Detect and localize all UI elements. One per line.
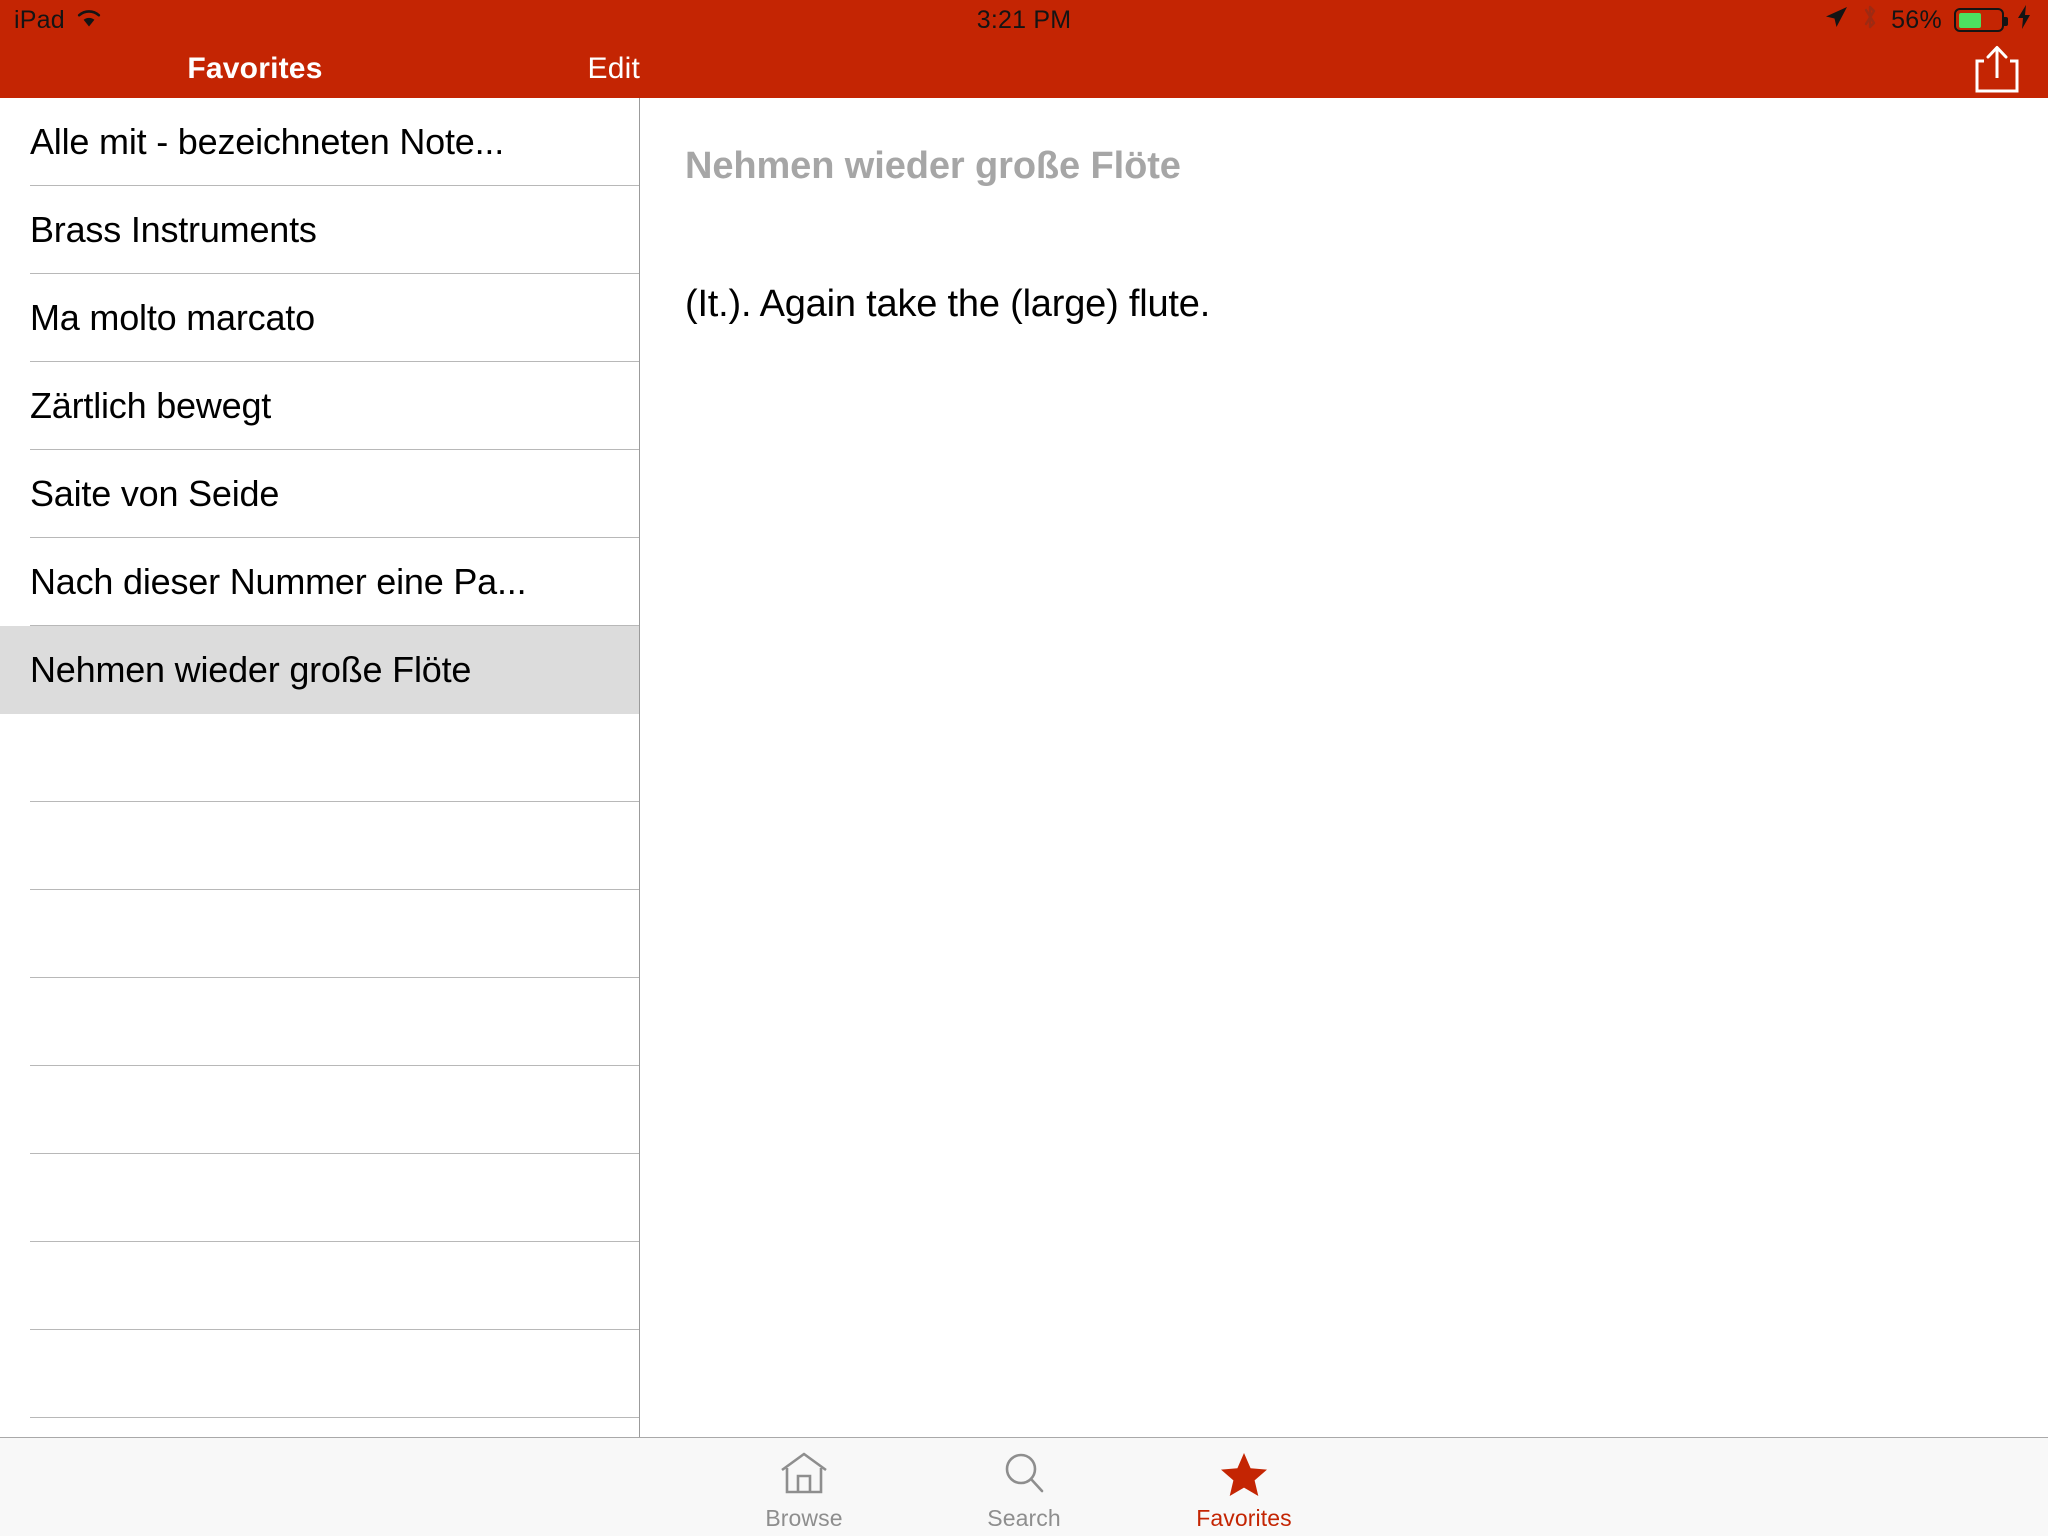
- lightning-bolt-icon: [2016, 4, 2032, 37]
- navigation-bar: Favorites Edit: [0, 40, 2048, 98]
- status-bar-right: 56%: [1823, 3, 2032, 38]
- split-view: Alle mit - bezeichneten Note... Brass Ins…: [0, 98, 2048, 1437]
- page-title: Favorites: [187, 52, 323, 85]
- favorites-list[interactable]: Alle mit - bezeichneten Note... Brass Ins…: [0, 98, 639, 1418]
- location-arrow-icon: [1823, 4, 1849, 37]
- list-item[interactable]: Nach dieser Nummer eine Pa...: [0, 538, 639, 626]
- list-item-empty: [0, 802, 639, 890]
- favorites-sidebar[interactable]: Alle mit - bezeichneten Note... Brass Ins…: [0, 98, 640, 1437]
- list-item-label: Saite von Seide: [30, 473, 280, 514]
- detail-body-text: (It.). Again take the (large) flute.: [685, 282, 1211, 325]
- tab-search-label: Search: [987, 1505, 1061, 1531]
- list-item[interactable]: Zärtlich bewegt: [0, 362, 639, 450]
- list-item-label: Nehmen wieder große Flöte: [30, 649, 472, 690]
- list-item-label: Nach dieser Nummer eine Pa...: [30, 561, 527, 602]
- list-item-label: Ma molto marcato: [30, 297, 315, 338]
- status-bar-clock: 3:21 PM: [976, 5, 1072, 34]
- list-item-empty: [0, 1242, 639, 1330]
- detail-heading: Nehmen wieder große Flöte: [685, 145, 1181, 187]
- list-item-empty: [0, 1066, 639, 1154]
- status-bar: iPad 3:21 PM 56%: [0, 0, 2048, 40]
- list-item[interactable]: Saite von Seide: [0, 450, 639, 538]
- tab-favorites-label: Favorites: [1196, 1505, 1292, 1531]
- tab-bar: Browse Search Favorites: [0, 1437, 2048, 1536]
- bluetooth-icon: [1861, 3, 1879, 38]
- magnifier-icon: [998, 1447, 1050, 1501]
- tab-favorites[interactable]: Favorites: [1134, 1438, 1354, 1536]
- detail-pane: Nehmen wieder große Flöte (It.). Again t…: [641, 98, 2048, 1437]
- list-item[interactable]: Nehmen wieder große Flöte: [0, 626, 639, 714]
- list-item[interactable]: Ma molto marcato: [0, 274, 639, 362]
- house-icon: [778, 1447, 830, 1501]
- list-item-label: Alle mit - bezeichneten Note...: [30, 121, 505, 162]
- tab-browse-label: Browse: [765, 1505, 843, 1531]
- star-icon: [1218, 1447, 1270, 1501]
- list-item[interactable]: Alle mit - bezeichneten Note...: [0, 98, 639, 186]
- list-item-empty: [0, 714, 639, 802]
- app-root: iPad 3:21 PM 56% Favorites Edit Alle mit…: [0, 0, 2048, 1536]
- list-item-empty: [0, 978, 639, 1066]
- list-item-empty: [0, 1154, 639, 1242]
- tab-search[interactable]: Search: [914, 1438, 1134, 1536]
- edit-button[interactable]: Edit: [588, 52, 641, 86]
- battery-icon: [1954, 8, 2008, 32]
- list-item-label: Zärtlich bewegt: [30, 385, 272, 426]
- list-item-label: Brass Instruments: [30, 209, 317, 250]
- list-item[interactable]: Brass Instruments: [0, 186, 639, 274]
- share-button[interactable]: [1970, 40, 2024, 98]
- list-item-empty: [0, 890, 639, 978]
- list-item-empty: [0, 1330, 639, 1418]
- tab-browse[interactable]: Browse: [694, 1438, 914, 1536]
- battery-percent-label: 56%: [1891, 5, 1942, 34]
